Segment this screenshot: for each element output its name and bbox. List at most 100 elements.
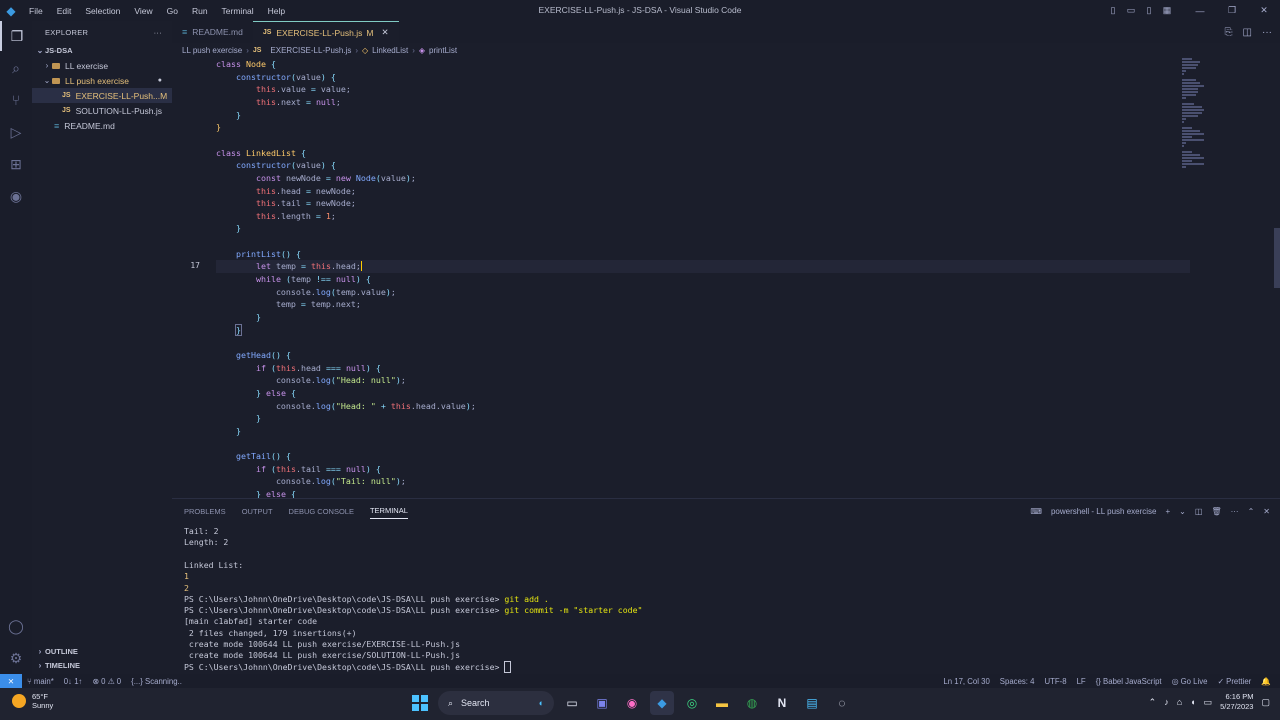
tab-exercise[interactable]: JS EXERCISE-LL-Push.js M ✕	[252, 21, 399, 43]
breadcrumb-item[interactable]: LinkedList	[372, 46, 408, 55]
restore-button[interactable]: ❐	[1216, 5, 1248, 16]
menu-view[interactable]: View	[127, 6, 159, 16]
breadcrumb-item[interactable]: LL push exercise	[182, 46, 242, 55]
close-panel-icon[interactable]: ✕	[1263, 507, 1270, 516]
trash-icon[interactable]: 🗑	[1211, 507, 1221, 516]
breadcrumb-item[interactable]: printList	[429, 46, 457, 55]
volume-icon[interactable]: ◖	[1190, 697, 1195, 707]
more-actions-icon[interactable]: ···	[1262, 27, 1272, 38]
menu-run[interactable]: Run	[185, 6, 215, 16]
close-window-button[interactable]: ✕	[1248, 5, 1280, 16]
extensions-icon[interactable]: ⊞	[0, 149, 32, 179]
chrome-icon[interactable]: ◍	[740, 691, 764, 715]
encoding[interactable]: UTF-8	[1039, 677, 1071, 686]
editor-scrollbar[interactable]	[1274, 228, 1280, 288]
breadcrumb-item[interactable]: EXERCISE-LL-Push.js	[270, 46, 351, 55]
maximize-panel-icon[interactable]: ⌃	[1248, 507, 1255, 516]
tab-output[interactable]: OUTPUT	[242, 507, 273, 516]
file-manager-icon[interactable]: ▭	[560, 691, 584, 715]
indentation[interactable]: Spaces: 4	[995, 677, 1040, 686]
menu-terminal[interactable]: Terminal	[215, 6, 261, 16]
vscode-taskbar-icon[interactable]: ◆	[650, 691, 674, 715]
minimap-line	[1182, 58, 1192, 60]
photos-icon[interactable]: ▤	[800, 691, 824, 715]
menu-help[interactable]: Help	[261, 6, 292, 16]
code-line: const newNode = new Node(value);	[255, 172, 416, 183]
new-terminal-icon[interactable]: +	[1166, 507, 1171, 516]
tab-debug-console[interactable]: DEBUG CONSOLE	[289, 507, 354, 516]
tab-readme[interactable]: ≡ README.md	[172, 21, 253, 43]
chevron-up-icon[interactable]: ⌃	[1149, 697, 1157, 708]
network-icon[interactable]: ⌂	[1177, 697, 1182, 707]
explorer-icon[interactable]: ❐	[0, 21, 32, 51]
taskbar-search[interactable]: ⌕ Search ◐	[438, 691, 554, 715]
search-icon[interactable]: ⌕	[0, 53, 32, 83]
tree-file-exercise[interactable]: JS EXERCISE-LL-Push... M	[32, 88, 172, 103]
tab-terminal[interactable]: TERMINAL	[369, 506, 408, 519]
terminal-selector[interactable]: powershell - LL push exercise	[1051, 507, 1157, 516]
tree-file-readme[interactable]: ≡ README.md	[32, 118, 172, 133]
cursor-position[interactable]: Ln 17, Col 30	[938, 677, 994, 686]
close-tab-icon[interactable]: ✕	[381, 27, 388, 38]
open-changes-icon[interactable]: ⎘	[1225, 27, 1233, 38]
notifications-bell-icon[interactable]: 🔔	[1256, 677, 1276, 686]
account-icon[interactable]: ◯	[0, 611, 32, 641]
code-line: getHead() {	[235, 349, 291, 360]
split-terminal-icon[interactable]: ◫	[1195, 507, 1203, 516]
workspace-root[interactable]: ⌄ JS-DSA	[32, 43, 172, 58]
outline-section[interactable]: › OUTLINE	[32, 644, 172, 659]
controller-icon[interactable]: ◎	[680, 691, 704, 715]
app-icon[interactable]: ◌	[830, 691, 854, 715]
notion-icon[interactable]: N	[770, 691, 794, 715]
code-line: }	[216, 122, 221, 133]
toggle-sidebar-icon[interactable]: ▯	[1104, 5, 1122, 16]
remote-explorer-icon[interactable]: ◉	[0, 181, 32, 211]
customize-layout-icon[interactable]: ▦	[1158, 5, 1176, 16]
microphone-icon[interactable]: ♪	[1164, 697, 1169, 707]
battery-icon[interactable]: ▭	[1204, 697, 1213, 708]
app-icon[interactable]: ◉	[620, 691, 644, 715]
weather-widget[interactable]: 65°F Sunny	[12, 692, 53, 710]
more-actions-icon[interactable]: ···	[1231, 507, 1239, 516]
start-button[interactable]	[408, 691, 432, 715]
menu-edit[interactable]: Edit	[50, 6, 79, 16]
prettier-status[interactable]: ✓ Prettier	[1212, 677, 1256, 686]
toggle-secondary-sidebar-icon[interactable]: ▯	[1140, 5, 1158, 16]
minimize-button[interactable]: —	[1184, 6, 1216, 16]
folder-icon[interactable]: ▬	[710, 691, 734, 715]
go-live-button[interactable]: ◎ Go Live	[1167, 677, 1213, 686]
menu-go[interactable]: Go	[160, 6, 185, 16]
status-bar: ⨯ ⑂ main* 0↓ 1↑ ⊗ 0 ⚠ 0 {...} Scanning..…	[0, 674, 1280, 688]
branch-indicator[interactable]: ⑂ main*	[22, 677, 59, 686]
tab-problems[interactable]: PROBLEMS	[184, 507, 226, 516]
minimap-line	[1182, 70, 1186, 72]
run-debug-icon[interactable]: ▷	[0, 117, 32, 147]
line-number	[172, 222, 200, 235]
chevron-right-icon: ›	[412, 46, 415, 55]
split-editor-icon[interactable]: ◫	[1243, 27, 1252, 38]
line-number	[172, 450, 200, 463]
tree-folder-ll-push-exercise[interactable]: ⌄ LL push exercise ●	[32, 73, 172, 88]
code-editor[interactable]: 17 class Node { constructor(value) { thi…	[172, 58, 1280, 498]
problems-indicator[interactable]: ⊗ 0 ⚠ 0	[87, 677, 126, 686]
tree-file-solution[interactable]: JS SOLUTION-LL-Push.js	[32, 103, 172, 118]
minimap-line	[1182, 103, 1194, 105]
chevron-down-icon[interactable]: ⌄	[1179, 507, 1186, 516]
timeline-section[interactable]: › TIMELINE	[32, 658, 172, 673]
minimap[interactable]	[1178, 58, 1218, 188]
more-actions-icon[interactable]: ···	[154, 28, 162, 37]
end-of-line[interactable]: LF	[1072, 677, 1091, 686]
language-mode[interactable]: {} Babel JavaScript	[1091, 677, 1167, 686]
sync-indicator[interactable]: 0↓ 1↑	[59, 677, 88, 686]
settings-gear-icon[interactable]: ⚙	[0, 643, 32, 673]
notifications-icon[interactable]: ▢	[1261, 697, 1270, 708]
clock[interactable]: 6:16 PM 5/27/2023	[1220, 692, 1253, 712]
line-number	[172, 349, 200, 362]
toggle-panel-icon[interactable]: ▭	[1122, 5, 1140, 16]
source-control-icon[interactable]: ⑂	[0, 85, 32, 115]
teams-icon[interactable]: ▣	[590, 691, 614, 715]
tree-folder-ll-exercise[interactable]: › LL exercise	[32, 58, 172, 73]
remote-indicator-icon[interactable]: ⨯	[0, 674, 22, 688]
menu-selection[interactable]: Selection	[78, 6, 127, 16]
menu-file[interactable]: File	[22, 6, 50, 16]
